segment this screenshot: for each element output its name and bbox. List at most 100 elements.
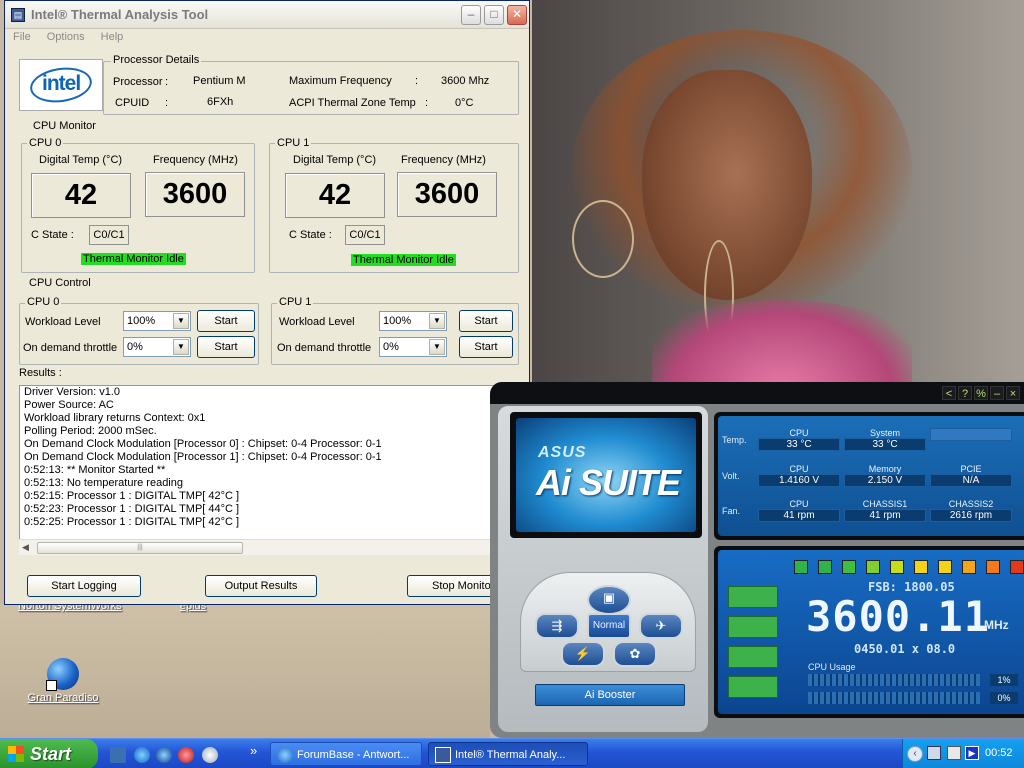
system-tray: ‹ ▶ 00:52 (902, 739, 1024, 768)
cpu-control-tab[interactable]: CPU Control (27, 277, 93, 289)
menu-options[interactable]: Options (47, 29, 85, 45)
ai-suite-close-button[interactable]: × (1006, 386, 1020, 400)
tray-play-icon[interactable]: ▶ (965, 746, 979, 760)
cpu0-workload-start-button[interactable]: Start (197, 310, 255, 332)
desktop-quicklaunch-icon[interactable] (110, 747, 126, 763)
cpu1-workload-start-button[interactable]: Start (459, 310, 513, 332)
normal-mode-button[interactable]: Normal (587, 613, 631, 639)
cpu0-throttle-start-button[interactable]: Start (197, 336, 255, 358)
power-mode-icon[interactable]: ⚡ (561, 641, 605, 667)
sensor-name: CPU (789, 428, 809, 438)
sensor-value: 33 °C (758, 438, 840, 451)
chevron-down-icon[interactable]: ▼ (429, 313, 445, 329)
log-line: 0:52:23: Processor 1 : DIGITAL TMP[ 44°C… (24, 503, 240, 515)
internet-explorer-icon[interactable] (134, 747, 150, 763)
monitor-icon[interactable]: ▣ (587, 585, 631, 615)
ai-suite-logo: ASUS Ai SUITE (510, 412, 702, 538)
log-line: Workload library returns Context: 0x1 (24, 412, 206, 424)
cpu1-throttle-value: 0% (383, 341, 399, 353)
ai-suite-back-button[interactable]: < (942, 386, 956, 400)
cpu-monitor-tab[interactable]: CPU Monitor (31, 120, 98, 132)
task-intel-thermal[interactable]: Intel® Thermal Analy... (428, 742, 588, 766)
cpu-usage-label: CPU Usage (808, 662, 856, 672)
output-results-button[interactable]: Output Results (205, 575, 317, 597)
led-indicator (962, 560, 976, 574)
cpu-usage-bar (808, 674, 980, 686)
cpu0-throttle-select[interactable]: 0% ▼ (123, 337, 191, 357)
log-line: 0:52:13: ** Monitor Started ** (24, 464, 166, 476)
sensor-name: CPU (789, 499, 809, 509)
led-indicator (914, 560, 928, 574)
sensor-panel: Temp. Volt. Fan. CPU 33 °C System 33 °C CP… (714, 412, 1024, 540)
cpu0-cstate-value: C0/C1 (89, 225, 129, 245)
cpu1-workload-value: 100% (383, 315, 412, 327)
minimize-button[interactable]: – (461, 5, 481, 25)
task-forumbase[interactable]: ForumBase - Antwort... (270, 742, 422, 766)
cpu1-freq-readout: 3600 (397, 172, 497, 217)
log-line: Power Source: AC (24, 399, 114, 411)
led-indicator (794, 560, 808, 574)
level-bar (728, 646, 778, 668)
sensor-name: CHASSIS2 (948, 499, 994, 509)
ai-suite-help-button[interactable]: ? (958, 386, 972, 400)
colon: : (165, 97, 169, 109)
task-label: ForumBase - Antwort... (297, 749, 410, 761)
sensor-memory-volt: Memory 2.150 V (844, 464, 926, 488)
cpu1-workload-label: Workload Level (279, 316, 355, 328)
tray-app-icon[interactable] (927, 746, 941, 760)
turbo-mode-icon[interactable]: ✈ (639, 613, 683, 639)
sensor-chassis1-fan: CHASSIS1 41 rpm (844, 499, 926, 523)
quicklaunch-overflow[interactable]: » (250, 743, 257, 758)
cpuid-value: 6FXh (207, 96, 234, 108)
results-log[interactable]: Driver Version: v1.0 Power Source: AC Wo… (19, 385, 499, 555)
sensor-value (930, 428, 1012, 441)
ai-booster-button[interactable]: Ai Booster (535, 684, 685, 706)
scrollbar-thumb[interactable]: ||| (37, 542, 243, 554)
chevron-down-icon[interactable]: ▼ (429, 339, 445, 355)
chevron-down-icon[interactable]: ▼ (173, 339, 189, 355)
ai-suite-minimize-button[interactable]: – (990, 386, 1004, 400)
media-player-icon[interactable] (202, 747, 218, 763)
sensor-system-temp: System 33 °C (844, 428, 926, 452)
title-bar[interactable]: ▤ Intel® Thermal Analysis Tool – □ ✕ (5, 1, 529, 29)
cpu1-cstate-label: C State : (289, 229, 332, 241)
sensor-cpu-temp: CPU 33 °C (758, 428, 840, 452)
menu-file[interactable]: File (13, 29, 31, 45)
log-line: 0:52:15: Processor 1 : DIGITAL TMP[ 42°C… (24, 490, 240, 502)
browser-icon[interactable] (156, 747, 172, 763)
cpu1-control-label: CPU 1 (277, 296, 314, 308)
cpu0-freq-readout: 3600 (145, 172, 245, 217)
tray-expand-icon[interactable]: ‹ (907, 746, 923, 762)
close-button[interactable]: ✕ (507, 5, 527, 25)
led-indicator (818, 560, 832, 574)
desktop-wallpaper (532, 0, 1024, 382)
cpu0-thermal-status: Thermal Monitor Idle (81, 253, 186, 265)
cpu1-temp-label: Digital Temp (°C) (293, 154, 377, 166)
cpu1-workload-select[interactable]: 100% ▼ (379, 311, 447, 331)
start-logging-button[interactable]: Start Logging (27, 575, 141, 597)
max-frequency-label: Maximum Frequency (289, 75, 392, 87)
menu-help[interactable]: Help (101, 29, 124, 45)
opera-icon[interactable] (178, 747, 194, 763)
fan-mode-icon[interactable]: ✿ (613, 641, 657, 667)
colon: : (165, 76, 169, 88)
cpu1-throttle-start-button[interactable]: Start (459, 336, 513, 358)
maximize-button[interactable]: □ (484, 5, 504, 25)
windows-logo-icon (8, 746, 24, 762)
log-line: 0:52:13: No temperature reading (24, 477, 183, 489)
clock[interactable]: 00:52 (985, 747, 1013, 759)
horizontal-scrollbar[interactable]: ◀ ||| (19, 539, 499, 555)
ai-suite-percent-button[interactable]: % (974, 386, 988, 400)
desktop-icon-gran-paradiso[interactable]: Gran Paradiso (18, 658, 108, 704)
start-button[interactable]: Start (0, 739, 98, 768)
chevron-down-icon[interactable]: ▼ (173, 313, 189, 329)
cpu1-throttle-select[interactable]: 0% ▼ (379, 337, 447, 357)
scroll-left-icon[interactable]: ◀ (22, 542, 29, 553)
wallpaper-earring (572, 200, 634, 278)
performance-mode-icon[interactable]: ⇶ (535, 613, 579, 639)
tray-app-icon[interactable] (947, 746, 961, 760)
sensor-value: 41 rpm (758, 509, 840, 522)
ai-suite-title-bar[interactable]: < ? % – × (490, 382, 1024, 404)
window-title: Intel® Thermal Analysis Tool (31, 7, 209, 22)
cpu0-workload-select[interactable]: 100% ▼ (123, 311, 191, 331)
